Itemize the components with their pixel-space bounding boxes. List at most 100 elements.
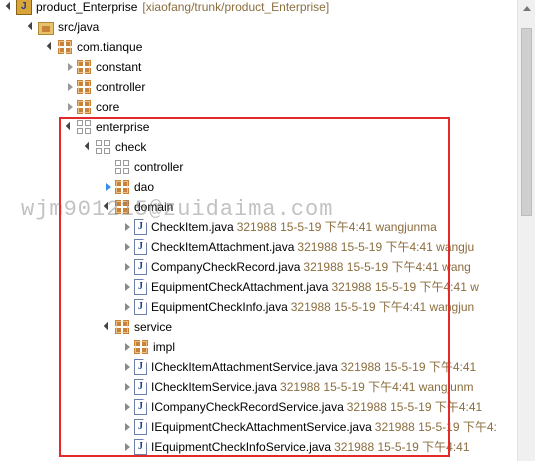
tree-row-java-file[interactable]: ICheckItemService.java 321988 15-5-19 下午… [121, 377, 474, 397]
tree-row-package-controller[interactable]: controller [64, 77, 145, 97]
package-label: domain [134, 200, 174, 214]
collapse-toggle[interactable] [121, 417, 133, 437]
project-decoration: [xiaofang/trunk/product_Enterprise] [142, 0, 330, 14]
empty-package-icon [114, 159, 130, 175]
expand-toggle[interactable] [45, 37, 57, 57]
expand-toggle[interactable] [83, 137, 95, 157]
java-file-icon [134, 239, 147, 255]
tree-row-src-folder[interactable]: src/java [26, 17, 99, 37]
file-name: EquipmentCheckAttachment.java [151, 280, 329, 294]
collapse-toggle[interactable] [121, 437, 133, 457]
tree-row-java-file[interactable]: IEquipmentCheckAttachmentService.java 32… [121, 417, 497, 437]
collapse-toggle[interactable] [121, 297, 133, 317]
file-revision-info: 321988 15-5-19 下午4:41 [340, 360, 477, 374]
package-label: constant [96, 60, 142, 74]
empty-package-icon [76, 119, 92, 135]
collapse-toggle[interactable] [121, 277, 133, 297]
package-label: controller [96, 80, 146, 94]
collapse-toggle[interactable] [64, 57, 76, 77]
tree-row-package-domain[interactable]: domain [102, 197, 173, 217]
collapse-toggle[interactable] [121, 217, 133, 237]
java-file-icon [134, 279, 147, 295]
collapse-toggle[interactable] [121, 397, 133, 417]
expand-toggle[interactable] [4, 0, 16, 17]
file-name: CheckItem.java [151, 220, 234, 234]
package-icon [133, 339, 149, 355]
package-label: dao [134, 180, 155, 194]
package-icon [76, 59, 92, 75]
file-name: ICheckItemAttachmentService.java [151, 360, 338, 374]
tree-row-java-file[interactable]: EquipmentCheckInfo.java 321988 15-5-19 下… [121, 297, 474, 317]
project-label: product_Enterprise [36, 0, 138, 14]
java-file-icon [134, 359, 147, 375]
expand-toggle[interactable] [102, 317, 114, 337]
vertical-scrollbar[interactable] [517, 0, 535, 461]
tree-row-java-file[interactable]: ICheckItemAttachmentService.java 321988 … [121, 357, 476, 377]
package-explorer-tree: product_Enterprise [xiaofang/trunk/produ… [0, 0, 507, 461]
file-revision-info: 321988 15-5-19 下午4:41 wangju [297, 240, 475, 254]
empty-package-icon [95, 139, 111, 155]
file-name: IEquipmentCheckInfoService.java [151, 440, 332, 454]
package-icon [76, 79, 92, 95]
tree-row-java-file[interactable]: CompanyCheckRecord.java 321988 15-5-19 下… [121, 257, 471, 277]
collapse-toggle[interactable] [121, 377, 133, 397]
package-icon [76, 99, 92, 115]
source-folder-label: src/java [58, 20, 100, 34]
tree-row-package-enterprise[interactable]: enterprise [64, 117, 149, 137]
collapse-toggle[interactable] [64, 77, 76, 97]
java-file-icon [134, 399, 147, 415]
tree-row-package-dao[interactable]: dao [102, 177, 154, 197]
java-file-icon [134, 379, 147, 395]
package-label: service [134, 320, 173, 334]
collapse-toggle[interactable] [121, 357, 133, 377]
collapse-toggle[interactable] [102, 177, 114, 197]
collapse-toggle[interactable] [64, 97, 76, 117]
file-revision-info: 321988 15-5-19 下午4:41 wangjun [290, 300, 475, 314]
java-file-icon [134, 219, 147, 235]
file-revision-info: 321988 15-5-19 下午4:41 wang [303, 260, 471, 274]
expand-toggle[interactable] [26, 17, 38, 37]
package-label: check [115, 140, 147, 154]
file-name: ICheckItemService.java [151, 380, 278, 394]
package-label: impl [153, 340, 176, 354]
tree-row-package-check-controller[interactable]: controller [102, 157, 183, 177]
java-file-icon [134, 439, 147, 455]
expand-toggle[interactable] [102, 197, 114, 217]
tree-row-root-package[interactable]: com.tianque [45, 37, 142, 57]
package-label: core [96, 100, 120, 114]
package-label: com.tianque [77, 40, 143, 54]
package-label: enterprise [96, 120, 150, 134]
tree-row-package-service[interactable]: service [102, 317, 172, 337]
file-name: EquipmentCheckInfo.java [151, 300, 288, 314]
java-file-icon [134, 259, 147, 275]
tree-row-package-impl[interactable]: impl [121, 337, 175, 357]
file-name: CompanyCheckRecord.java [151, 260, 301, 274]
package-icon [114, 179, 130, 195]
file-revision-info: 321988 15-5-19 下午4:41 w [331, 280, 479, 294]
expand-toggle[interactable] [64, 117, 76, 137]
file-revision-info: 321988 15-5-19 下午4:41 [346, 400, 483, 414]
tree-row-java-file[interactable]: ICompanyCheckRecordService.java 321988 1… [121, 397, 482, 417]
tree-row-package-check[interactable]: check [83, 137, 146, 157]
java-file-icon [134, 299, 147, 315]
source-folder-icon [38, 21, 54, 35]
tree-row-java-file[interactable]: EquipmentCheckAttachment.java 321988 15-… [121, 277, 479, 297]
tree-row-package-core[interactable]: core [64, 97, 119, 117]
tree-row-java-file[interactable]: CheckItemAttachment.java 321988 15-5-19 … [121, 237, 474, 257]
tree-row-java-file[interactable]: CheckItem.java 321988 15-5-19 下午4:41 wan… [121, 217, 437, 237]
tree-row-java-file[interactable]: IEquipmentCheckInfoService.java 321988 1… [121, 437, 470, 457]
collapse-toggle[interactable] [121, 337, 133, 357]
file-name: CheckItemAttachment.java [151, 240, 295, 254]
scroll-up-arrow-icon[interactable] [523, 6, 531, 11]
package-icon [114, 199, 130, 215]
scrollbar-thumb[interactable] [521, 28, 532, 216]
file-revision-info: 321988 15-5-19 下午4:41 wangjunm [280, 380, 474, 394]
collapse-toggle[interactable] [121, 257, 133, 277]
package-icon [114, 319, 130, 335]
project-icon [16, 0, 32, 15]
file-name: IEquipmentCheckAttachmentService.java [151, 420, 372, 434]
collapse-toggle[interactable] [121, 237, 133, 257]
tree-row-project[interactable]: product_Enterprise [xiaofang/trunk/produ… [4, 0, 329, 17]
tree-row-package-constant[interactable]: constant [64, 57, 141, 77]
